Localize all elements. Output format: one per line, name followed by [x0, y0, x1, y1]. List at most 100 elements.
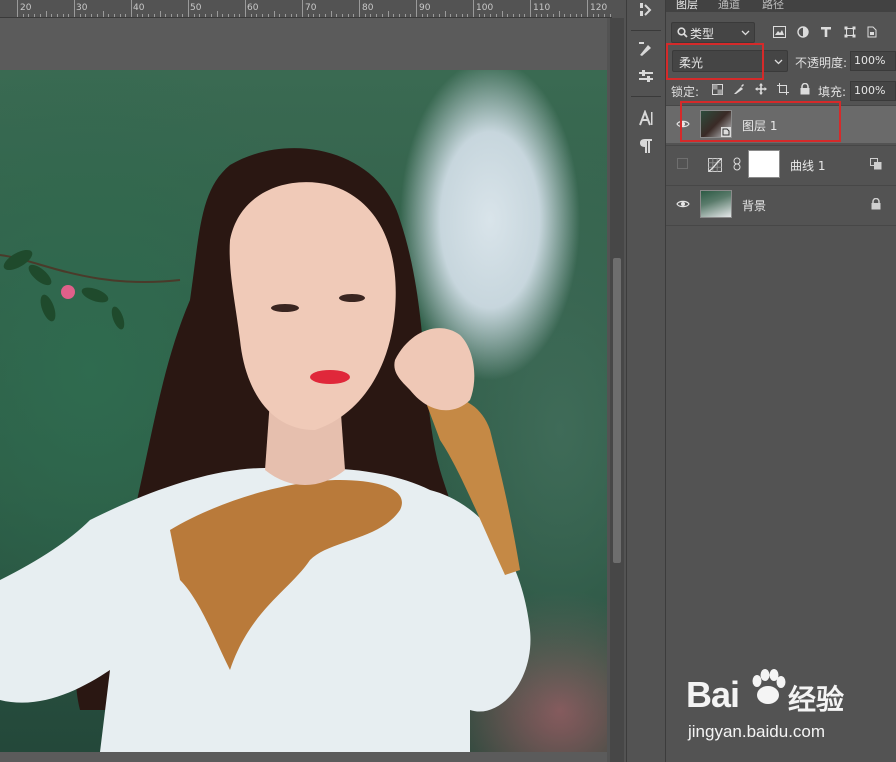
ruler-tick — [131, 0, 132, 17]
ruler-tick — [119, 14, 121, 17]
ruler-tick — [387, 11, 389, 17]
character-icon[interactable] — [636, 108, 656, 128]
ruler-label: 90 — [419, 3, 431, 13]
ruler-tick — [330, 11, 332, 17]
ruler-tick — [233, 14, 235, 17]
lock-position-icon[interactable] — [754, 82, 768, 96]
ruler-tick — [370, 14, 372, 17]
ruler-tick — [541, 14, 543, 17]
adjustment-filter-icon[interactable] — [795, 24, 811, 40]
ruler-tick — [113, 14, 115, 17]
ruler-tick — [74, 0, 75, 17]
ruler-label: 40 — [133, 3, 145, 13]
ruler-tick — [284, 14, 286, 17]
ruler-tick — [490, 14, 492, 17]
ruler-tick — [324, 14, 326, 17]
scrollbar-thumb[interactable] — [613, 258, 621, 563]
ruler-label: 110 — [533, 3, 551, 13]
lock-transparent-icon[interactable] — [710, 82, 724, 96]
ruler-tick — [222, 14, 224, 17]
type-filter-icon[interactable] — [818, 24, 834, 40]
portrait-illustration — [0, 148, 531, 752]
ruler-tick — [564, 14, 566, 17]
brush-settings-icon[interactable] — [636, 39, 656, 59]
fill-field[interactable]: 100% — [850, 81, 896, 101]
ruler-tick — [256, 14, 258, 17]
ruler-tick — [598, 14, 600, 17]
ruler-tick — [455, 14, 457, 17]
filter-kind-label: 类型 — [690, 27, 715, 41]
ruler-tick — [501, 11, 503, 17]
ruler-tick — [188, 0, 189, 17]
ruler-tick — [535, 14, 537, 17]
visibility-toggle[interactable] — [677, 158, 688, 169]
ruler-tick — [364, 14, 366, 17]
lock-icon — [871, 198, 881, 210]
vertical-scrollbar[interactable] — [610, 18, 624, 762]
lips — [310, 370, 350, 384]
divider — [631, 30, 661, 31]
smart-object-filter-icon[interactable] — [864, 24, 880, 40]
ruler-tick — [307, 14, 309, 17]
link-icon[interactable] — [733, 157, 741, 171]
ruler-tick — [22, 14, 24, 17]
fill-label: 填充: — [818, 85, 847, 99]
left-eye — [271, 304, 299, 312]
ruler-tick — [85, 14, 87, 17]
adjustments-icon[interactable] — [636, 66, 656, 86]
ruler-tick — [62, 14, 64, 17]
paragraph-icon[interactable] — [636, 136, 656, 156]
image-filter-icon[interactable] — [771, 24, 787, 40]
ruler-tick — [267, 14, 269, 17]
ruler-tick — [359, 0, 360, 17]
photo-image[interactable] — [0, 70, 607, 752]
layer-name[interactable]: 背景 — [742, 197, 766, 214]
lock-pixels-icon[interactable] — [732, 82, 746, 96]
ruler-tick — [524, 14, 526, 17]
ruler-tick — [353, 14, 355, 17]
ruler-tick — [416, 0, 417, 17]
ruler-tick — [341, 14, 343, 17]
ruler-tick — [438, 14, 440, 17]
tab-layers[interactable]: 图层 — [676, 0, 698, 12]
layer-thumbnail — [700, 190, 732, 218]
ruler-tick — [444, 11, 446, 17]
shape-filter-icon[interactable] — [842, 24, 858, 40]
lock-artboard-icon[interactable] — [776, 82, 790, 96]
ruler-tick — [592, 14, 594, 17]
ruler-tick — [96, 14, 98, 17]
ruler-label: 50 — [190, 3, 202, 13]
tab-channels[interactable]: 通道 — [718, 0, 740, 12]
ruler-tick — [290, 14, 292, 17]
opacity-field[interactable]: 100% — [850, 51, 896, 71]
ruler-tick — [376, 14, 378, 17]
layer-row-curves1[interactable]: 曲线 1 — [666, 145, 896, 183]
ruler-tick — [313, 14, 315, 17]
ruler-tick — [336, 14, 338, 17]
ruler-label: 30 — [76, 3, 88, 13]
mask-thumbnail[interactable] — [748, 150, 780, 178]
ruler-tick — [250, 14, 252, 17]
ruler-tick — [182, 14, 184, 17]
tab-paths[interactable]: 路径 — [762, 0, 784, 12]
panel-tabs: 图层 通道 路径 — [666, 0, 896, 12]
search-icon — [677, 27, 688, 38]
ruler-tick — [170, 14, 172, 17]
chevron-down-icon — [741, 30, 750, 36]
ruler-tick — [410, 14, 412, 17]
layer-name[interactable]: 曲线 1 — [790, 157, 825, 174]
lock-all-icon[interactable] — [798, 82, 812, 96]
ruler-tick — [495, 14, 497, 17]
eye-icon[interactable] — [676, 197, 690, 211]
filter-kind-select[interactable]: 类型 — [671, 22, 755, 43]
ruler-tick — [473, 0, 474, 17]
divider — [666, 225, 896, 226]
layer-row-background[interactable]: 背景 — [666, 185, 896, 223]
ruler-tick — [507, 14, 509, 17]
history-icon[interactable] — [636, 0, 656, 20]
ruler-tick — [165, 14, 167, 17]
blend-row: 柔光 不透明度: 100% — [666, 43, 896, 80]
ruler-tick — [68, 14, 70, 17]
ruler-tick — [552, 14, 554, 17]
horizontal-ruler: 20 30 40 50 60 70 80 90 100 110 120 — [0, 0, 612, 18]
